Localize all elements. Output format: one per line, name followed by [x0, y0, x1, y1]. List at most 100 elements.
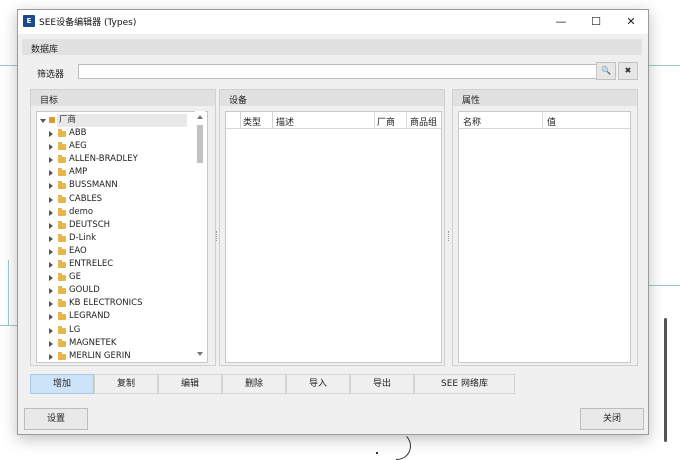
- column-separator: [542, 112, 543, 128]
- close-button[interactable]: 关闭: [580, 408, 644, 430]
- tree-item-label: LG: [69, 324, 81, 335]
- filter-input[interactable]: [78, 64, 598, 79]
- expand-arrow-icon[interactable]: [49, 222, 53, 229]
- panel-splitter[interactable]: [448, 231, 451, 241]
- column-separator: [406, 112, 407, 128]
- folder-icon: [58, 338, 66, 347]
- folder-icon: [58, 325, 66, 334]
- tree-item-label: GOULD: [69, 285, 100, 296]
- device-grid[interactable]: 类型 描述 厂商 商品组: [225, 111, 442, 363]
- background-line: [649, 285, 680, 286]
- maximize-button[interactable]: ☐: [581, 13, 611, 31]
- app-icon: E: [23, 15, 35, 27]
- settings-button[interactable]: 设置: [24, 408, 88, 430]
- delete-button[interactable]: 删除: [222, 374, 286, 394]
- folder-icon: [58, 260, 66, 268]
- tree-item-label: ABB: [69, 128, 87, 138]
- tree-item-label: GE: [69, 272, 81, 283]
- column-value[interactable]: 值: [547, 115, 556, 128]
- vendor-tree[interactable]: 厂商 ABB AEG ALLEN-BRADLEY AMP BUSSMANN CABLES d…: [36, 111, 208, 363]
- expand-arrow-icon[interactable]: [49, 157, 53, 164]
- scroll-up-icon[interactable]: [197, 115, 203, 119]
- expand-arrow-icon[interactable]: [49, 327, 53, 334]
- tree-item-label: AEG: [69, 141, 87, 152]
- expand-arrow-icon[interactable]: [40, 119, 46, 123]
- expand-arrow-icon[interactable]: [49, 235, 53, 242]
- see-network-library-button[interactable]: SEE 网络库: [414, 374, 515, 394]
- folder-icon: [58, 220, 66, 229]
- column-description[interactable]: 描述: [276, 115, 294, 128]
- column-type[interactable]: 类型: [243, 115, 261, 128]
- tree-item-label: ENTRELEC: [69, 259, 114, 269]
- folder-icon: [58, 181, 66, 190]
- background-curve: [396, 432, 411, 460]
- target-panel-title: 目标: [40, 96, 59, 106]
- expand-arrow-icon[interactable]: [49, 131, 53, 137]
- expand-arrow-icon[interactable]: [49, 275, 53, 282]
- clear-filter-button[interactable]: ✖: [618, 62, 638, 80]
- edit-button[interactable]: 编辑: [158, 374, 222, 394]
- tree-item-label: MAGNETEK: [69, 337, 117, 348]
- column-separator: [272, 112, 273, 128]
- folder-icon: [58, 194, 66, 203]
- device-editor-window: E SEE设备编辑器 (Types) — ☐ ✕ 数据库 筛选器 🔍 ✖ 目标 …: [17, 9, 649, 435]
- close-window-button[interactable]: ✕: [616, 13, 646, 31]
- tree-item-label: EAO: [69, 245, 87, 256]
- property-panel-header: 属性: [453, 90, 637, 106]
- background-line: [0, 325, 17, 326]
- import-button[interactable]: 导入: [286, 374, 350, 394]
- expand-arrow-icon[interactable]: [49, 196, 53, 203]
- folder-icon: [58, 233, 66, 242]
- export-button[interactable]: 导出: [350, 374, 414, 394]
- scroll-down-icon[interactable]: [197, 352, 203, 356]
- expand-arrow-icon[interactable]: [49, 144, 53, 151]
- tree-item-label: LEGRAND: [69, 311, 110, 322]
- expand-arrow-icon[interactable]: [49, 340, 53, 347]
- expand-arrow-icon[interactable]: [49, 209, 53, 216]
- folder-icon: [58, 129, 66, 137]
- tree-scrollbar[interactable]: [195, 111, 205, 361]
- device-grid-header: 类型 描述 厂商 商品组: [226, 112, 441, 129]
- minimize-button[interactable]: —: [546, 13, 576, 31]
- device-panel-title: 设备: [229, 96, 248, 106]
- add-button[interactable]: 增加: [30, 374, 94, 394]
- search-icon: 🔍: [601, 66, 611, 75]
- tree-item-label: CABLES: [69, 193, 103, 204]
- background-line: [0, 65, 17, 66]
- expand-arrow-icon[interactable]: [49, 314, 53, 321]
- folder-icon: [58, 246, 66, 255]
- expand-arrow-icon[interactable]: [49, 353, 53, 360]
- folder-icon: [58, 299, 66, 308]
- tree-item-label: ALLEN-BRADLEY: [69, 154, 138, 165]
- vendor-root-icon: [49, 117, 55, 123]
- scroll-thumb[interactable]: [197, 125, 203, 163]
- expand-arrow-icon[interactable]: [49, 262, 53, 268]
- column-separator: [374, 112, 375, 128]
- title-bar: E SEE设备编辑器 (Types) — ☐ ✕: [18, 10, 648, 34]
- folder-icon: [58, 155, 66, 164]
- copy-button[interactable]: 复制: [94, 374, 158, 394]
- column-vendor[interactable]: 厂商: [377, 115, 395, 128]
- expand-arrow-icon[interactable]: [49, 170, 53, 177]
- folder-icon: [58, 168, 66, 177]
- tree-item-label: demo: [69, 206, 94, 217]
- expand-arrow-icon[interactable]: [49, 301, 53, 308]
- window-title: SEE设备编辑器 (Types): [39, 18, 137, 28]
- tree-item-label: DEUTSCH: [69, 219, 111, 230]
- search-button[interactable]: 🔍: [596, 62, 616, 80]
- database-header: 数据库: [22, 39, 642, 55]
- background-dot: [376, 452, 378, 454]
- tree-root-label: 厂商: [57, 114, 187, 127]
- column-product-group[interactable]: 商品组: [410, 115, 437, 128]
- expand-arrow-icon[interactable]: [49, 183, 53, 190]
- property-grid[interactable]: 名称 值: [458, 111, 631, 363]
- folder-icon: [58, 142, 66, 151]
- tree-item-label: D-Link: [69, 232, 97, 243]
- tree-item-label: AMP: [69, 167, 88, 178]
- tree-item-label: KB ELECTRONICS: [69, 298, 143, 309]
- database-header-label: 数据库: [31, 45, 59, 55]
- device-panel-header: 设备: [220, 90, 444, 106]
- expand-arrow-icon[interactable]: [49, 248, 53, 255]
- expand-arrow-icon[interactable]: [49, 288, 53, 295]
- column-name[interactable]: 名称: [463, 115, 481, 128]
